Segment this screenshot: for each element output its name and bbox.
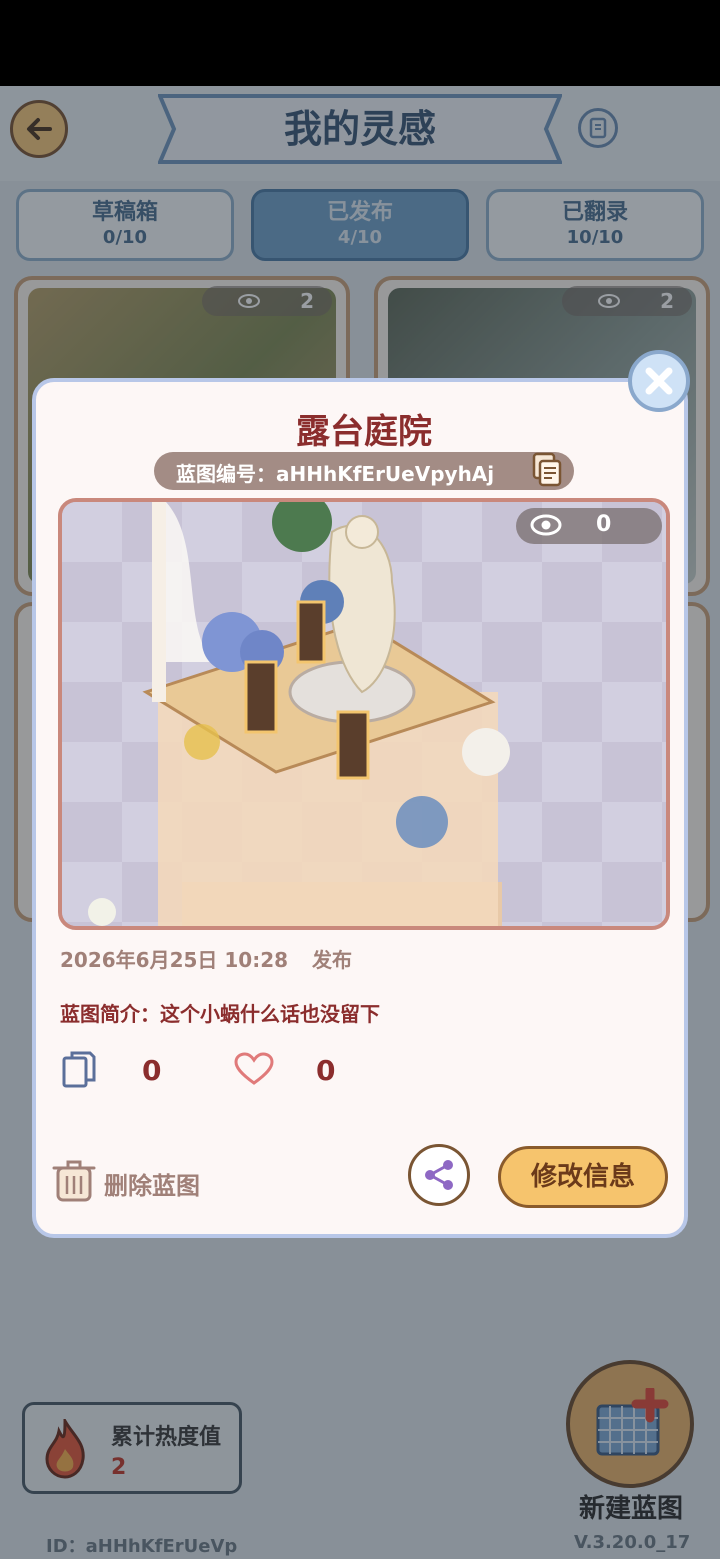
- blueprint-description: 蓝图简介：这个小蜗什么话也没留下: [60, 1002, 380, 1026]
- delete-blueprint-button[interactable]: 删除蓝图: [52, 1156, 222, 1206]
- status-bar-area: [0, 0, 720, 86]
- publish-date: 2026年6月25日 10:28: [60, 948, 289, 972]
- trash-icon: [52, 1160, 96, 1202]
- like-count: 0: [316, 1054, 336, 1087]
- preview-view-value: 0: [596, 512, 612, 537]
- blueprint-detail-dialog: 露台庭院 蓝图编号：aHHhKfErUeVpyhAj 0 2026年6月25日 …: [32, 378, 688, 1238]
- eye-icon: [530, 514, 562, 536]
- heart-icon: [234, 1052, 274, 1085]
- delete-blueprint-label: 删除蓝图: [104, 1172, 200, 1200]
- publish-label: 发布: [312, 948, 352, 972]
- share-icon: [425, 1160, 453, 1190]
- inspiration-page: 我的灵感 草稿箱 0/10 已发布 4/10 已翻录 10/10 2 2 累计热…: [0, 86, 720, 1559]
- preview-view-count: 0: [516, 508, 662, 544]
- blueprint-title: 露台庭院: [296, 412, 432, 452]
- close-dialog-button[interactable]: [628, 350, 690, 412]
- edit-info-button[interactable]: 修改信息: [498, 1146, 668, 1208]
- close-icon: [645, 367, 673, 395]
- blueprint-code: 蓝图编号：aHHhKfErUeVpyhAj: [176, 462, 495, 486]
- preview-image: [62, 502, 666, 926]
- copy-code-icon[interactable]: [530, 452, 564, 488]
- copies-icon: [62, 1051, 96, 1088]
- copy-count: 0: [142, 1054, 162, 1087]
- blueprint-preview: 0: [58, 498, 670, 930]
- share-button[interactable]: [408, 1144, 470, 1206]
